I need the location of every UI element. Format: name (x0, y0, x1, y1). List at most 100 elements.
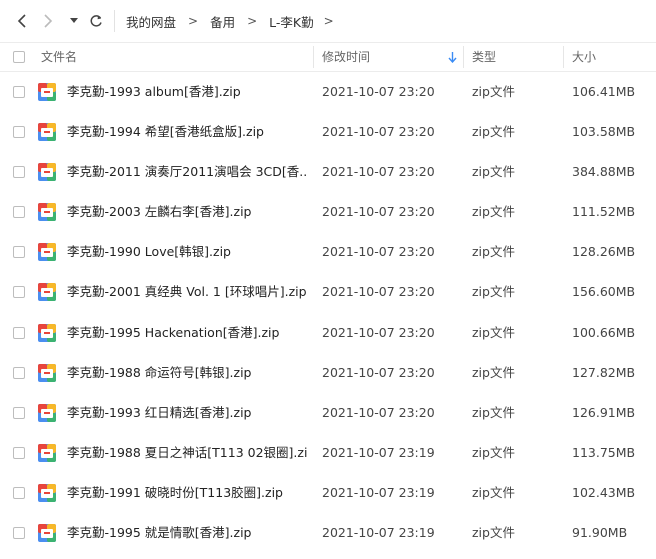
file-type: zip文件 (472, 204, 515, 220)
file-modified-time: 2021-10-07 23:20 (322, 164, 435, 180)
nav-divider (114, 10, 115, 32)
column-divider[interactable] (313, 46, 314, 68)
row-checkbox[interactable] (13, 326, 25, 339)
file-name[interactable]: 李克勤-1991 破晓时份[T113胶圈].zip (67, 473, 307, 513)
column-divider[interactable] (563, 46, 564, 68)
breadcrumb-separator: > (188, 14, 199, 28)
file-name[interactable]: 李克勤-1990 Love[韩银].zip (67, 232, 307, 272)
file-type: zip文件 (472, 404, 515, 420)
file-type: zip文件 (472, 364, 515, 380)
breadcrumb-item-current[interactable]: L-李K勤 (269, 12, 313, 31)
breadcrumb-item-backup[interactable]: 备用 (210, 12, 235, 31)
row-checkbox[interactable] (13, 486, 25, 499)
refresh-icon (90, 15, 102, 27)
row-checkbox[interactable] (13, 527, 25, 540)
file-name[interactable]: 李克勤-2003 左麟右李[香港].zip (67, 192, 307, 232)
zip-archive-icon (38, 83, 56, 101)
file-name[interactable]: 李克勤-1988 命运符号[韩银].zip (67, 353, 307, 393)
file-size: 106.41MB (572, 84, 636, 99)
row-checkbox[interactable] (13, 366, 25, 379)
file-modified-time: 2021-10-07 23:20 (322, 244, 435, 260)
zip-archive-icon (38, 123, 56, 142)
file-type: zip文件 (472, 244, 515, 260)
file-name[interactable]: 李克勤-1995 Hackenation[香港].zip (67, 313, 307, 353)
file-size: 127.82MB (572, 364, 636, 380)
file-row[interactable]: 李克勤-2001 真经典 Vol. 1 [环球唱片].zip 2021-10-0… (0, 272, 656, 312)
file-name[interactable]: 李克勤-1993 album[香港].zip (67, 72, 307, 112)
file-row[interactable]: 李克勤-1995 Hackenation[香港].zip 2021-10-07 … (0, 313, 656, 353)
file-size: 384.88MB (572, 164, 636, 180)
file-name[interactable]: 李克勤-1988 夏日之神话[T113 02银圈].zip (67, 433, 307, 473)
chevron-right-icon (44, 14, 53, 28)
file-size: 113.75MB (572, 444, 636, 460)
file-modified-time: 2021-10-07 23:20 (322, 204, 435, 220)
history-dropdown-button[interactable] (66, 10, 82, 32)
file-size: 91.90MB (572, 525, 628, 541)
file-size: 156.60MB (572, 284, 636, 300)
file-row[interactable]: 李克勤-1993 红日精选[香港].zip 2021-10-07 23:20 z… (0, 393, 656, 433)
file-type: zip文件 (472, 324, 515, 340)
chevron-left-icon (17, 14, 26, 28)
file-type: zip文件 (472, 164, 515, 180)
file-name[interactable]: 李克勤-1994 希望[香港纸盒版].zip (67, 112, 307, 152)
zip-archive-icon (38, 283, 56, 302)
select-all-checkbox[interactable] (13, 51, 25, 63)
file-row[interactable]: 李克勤-2011 演奏厅2011演唱会 3CD[香... 2021-10-07 … (0, 152, 656, 192)
file-type: zip文件 (472, 444, 515, 460)
file-row[interactable]: 李克勤-1993 album[香港].zip 2021-10-07 23:20 … (0, 72, 656, 112)
file-type: zip文件 (472, 284, 515, 300)
file-list-header: 文件名 修改时间 类型 大小 (0, 42, 656, 72)
breadcrumb: 我的网盘 > 备用 > L-李K勤 > (126, 0, 334, 42)
file-modified-time: 2021-10-07 23:20 (322, 84, 435, 99)
row-checkbox[interactable] (13, 206, 25, 219)
file-size: 128.26MB (572, 244, 636, 260)
file-list: 李克勤-1993 album[香港].zip 2021-10-07 23:20 … (0, 72, 656, 553)
file-name[interactable]: 李克勤-1995 就是情歌[香港].zip (67, 513, 307, 553)
zip-archive-icon (38, 203, 56, 222)
zip-archive-icon (38, 524, 56, 543)
file-modified-time: 2021-10-07 23:19 (322, 444, 435, 460)
column-header-size[interactable]: 大小 (572, 43, 596, 71)
row-checkbox[interactable] (13, 406, 25, 419)
refresh-button[interactable] (86, 10, 106, 32)
file-row[interactable]: 李克勤-1990 Love[韩银].zip 2021-10-07 23:20 z… (0, 232, 656, 272)
file-row[interactable]: 李克勤-1991 破晓时份[T113胶圈].zip 2021-10-07 23:… (0, 473, 656, 513)
file-type: zip文件 (472, 484, 515, 500)
file-name[interactable]: 李克勤-1993 红日精选[香港].zip (67, 393, 307, 433)
sort-arrow-down-icon[interactable] (448, 52, 457, 63)
file-name[interactable]: 李克勤-2011 演奏厅2011演唱会 3CD[香... (67, 152, 307, 192)
column-header-type[interactable]: 类型 (472, 43, 496, 71)
file-row[interactable]: 李克勤-1994 希望[香港纸盒版].zip 2021-10-07 23:20 … (0, 112, 656, 152)
row-checkbox[interactable] (13, 86, 25, 98)
zip-archive-icon (38, 483, 56, 502)
file-name[interactable]: 李克勤-2001 真经典 Vol. 1 [环球唱片].zip (67, 272, 307, 312)
file-type: zip文件 (472, 124, 515, 140)
file-row[interactable]: 李克勤-1988 夏日之神话[T113 02银圈].zip 2021-10-07… (0, 433, 656, 473)
row-checkbox[interactable] (13, 166, 25, 179)
zip-archive-icon (38, 443, 56, 462)
file-type: zip文件 (472, 525, 515, 541)
file-row[interactable]: 李克勤-1988 命运符号[韩银].zip 2021-10-07 23:20 z… (0, 353, 656, 393)
breadcrumb-separator: > (247, 14, 258, 28)
file-modified-time: 2021-10-07 23:20 (322, 364, 435, 380)
row-checkbox[interactable] (13, 446, 25, 459)
row-checkbox[interactable] (13, 126, 25, 139)
zip-archive-icon (38, 403, 56, 422)
column-divider[interactable] (463, 46, 464, 68)
file-size: 103.58MB (572, 124, 636, 140)
column-header-modified[interactable]: 修改时间 (322, 43, 370, 71)
file-row[interactable]: 李克勤-2003 左麟右李[香港].zip 2021-10-07 23:20 z… (0, 192, 656, 232)
zip-archive-icon (38, 363, 56, 382)
column-header-name[interactable]: 文件名 (41, 43, 77, 71)
breadcrumb-item-root[interactable]: 我的网盘 (126, 12, 176, 31)
breadcrumb-expand[interactable]: > (324, 14, 334, 28)
file-size: 111.52MB (572, 204, 636, 220)
file-modified-time: 2021-10-07 23:20 (322, 284, 435, 300)
back-button[interactable] (12, 10, 32, 32)
file-row[interactable]: 李克勤-1995 就是情歌[香港].zip 2021-10-07 23:19 z… (0, 513, 656, 553)
forward-button[interactable] (38, 10, 58, 32)
row-checkbox[interactable] (13, 246, 25, 259)
file-type: zip文件 (472, 84, 515, 99)
row-checkbox[interactable] (13, 286, 25, 299)
navigation-bar: 我的网盘 > 备用 > L-李K勤 > (0, 0, 656, 42)
